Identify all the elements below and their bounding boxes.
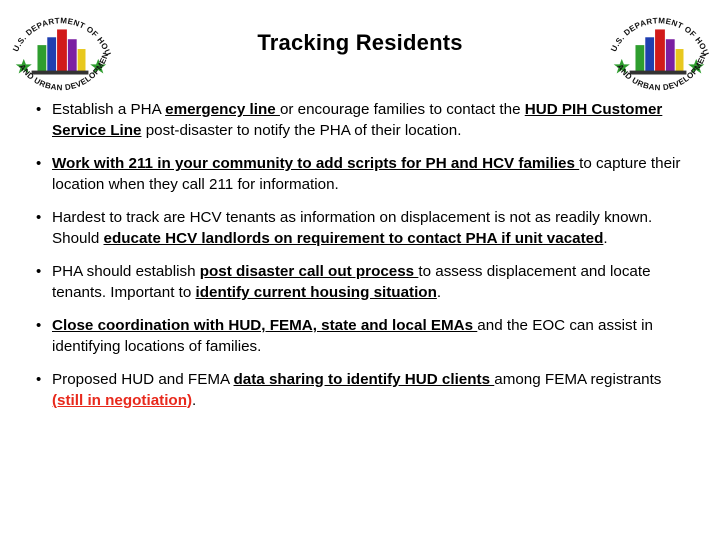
plain-text: . [192,391,197,409]
bullet-item: • Establish a PHA emergency line or encou… [0,100,720,142]
bullet-marker-icon: • [36,370,42,388]
emphasis-text: Close coordination with HUD, FEMA, state… [52,316,478,334]
bullet-list: • Establish a PHA emergency line or encou… [0,100,720,412]
hud-seal-right: U.S. DEPARTMENT OF HOUSING AND URBAN DEV… [600,2,718,100]
plain-text: post-disaster to notify the PHA of their… [141,121,462,139]
plain-text: or encourage families to contact the [279,101,525,118]
bullet-marker-icon: • [36,101,42,118]
emphasis-text: educate HCV landlords on requirement to … [103,229,604,247]
bullet-item: • Close coordination with HUD, FEMA, stat… [0,316,720,358]
plain-text: . [436,283,442,301]
emphasis-text: emergency line [165,101,280,118]
negotiation-note: (still in negotiation) [52,391,193,409]
slide-title: Tracking Residents [257,30,463,55]
hud-seal-left: U.S. DEPARTMENT OF HOUSING AND URBAN DEV… [2,2,120,100]
plain-text: among FEMA registrants [494,370,662,388]
bullet-item: • Hardest to track are HCV tenants as inf… [0,208,720,250]
plain-text: Proposed HUD and FEMA [52,370,234,388]
bullet-text: Hardest to track are HCV tenants as info… [52,209,652,247]
plain-text: PHA should establish [52,262,200,280]
emphasis-text: post disaster call out process [199,262,419,280]
bullet-text: PHA should establish post disaster call … [52,263,651,301]
bullet-text: Proposed HUD and FEMA data sharing to id… [52,371,661,409]
bullet-text: Close coordination with HUD, FEMA, state… [52,317,653,355]
emphasis-text: Work with 211 in your community to add s… [52,154,580,172]
bullet-marker-icon: • [36,316,42,334]
emphasis-text: identify current housing situation [195,283,437,301]
bullet-marker-icon: • [36,208,42,226]
bullet-item: • Proposed HUD and FEMA data sharing to i… [0,370,720,412]
bullet-text: Establish a PHA emergency line or encour… [52,101,662,139]
bullet-marker-icon: • [36,154,42,172]
bullet-marker-icon: • [36,262,42,280]
plain-text: Establish a PHA [52,101,166,118]
bullet-item: • PHA should establish post disaster call… [0,262,720,304]
bullet-item: • Work with 211 in your community to add … [0,154,720,196]
plain-text: . [603,229,608,247]
bullet-text: Work with 211 in your community to add s… [52,155,680,193]
slide-body: • Establish a PHA emergency line or encou… [0,100,720,424]
emphasis-text: data sharing to identify HUD clients [233,370,495,388]
